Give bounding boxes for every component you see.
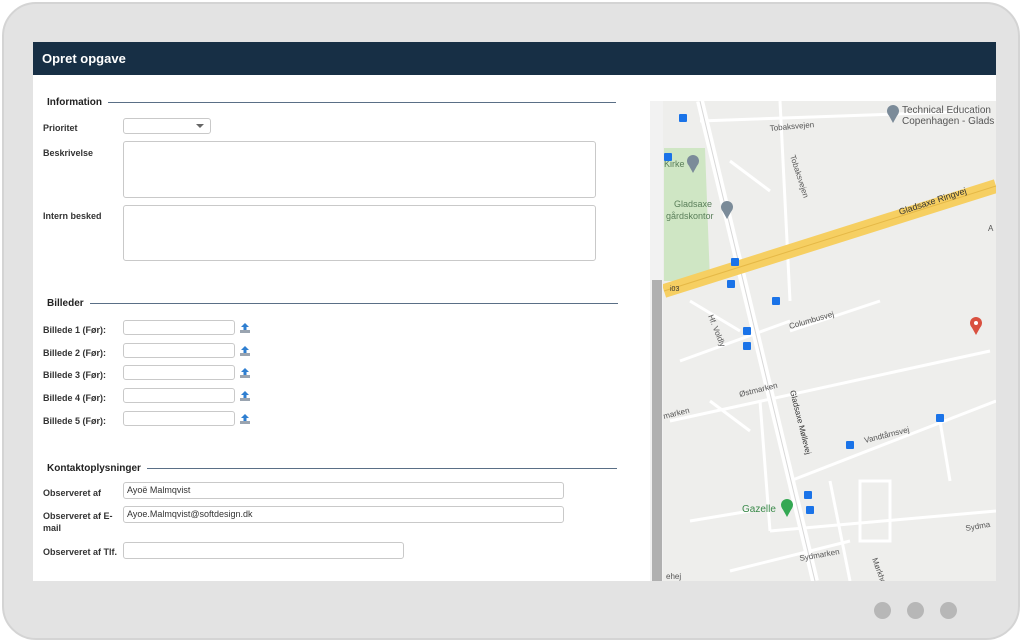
billede-1-label: Billede 1 (Før): <box>43 325 107 335</box>
billede-5-label: Billede 5 (Før): <box>43 416 107 426</box>
map-edge-label: A <box>988 224 994 233</box>
road-number-label: i03 <box>670 286 679 293</box>
intern-besked-textarea[interactable] <box>123 205 596 261</box>
beskrivelse-textarea[interactable] <box>123 141 596 198</box>
dialog-title: Opret opgave <box>33 42 996 75</box>
upload-icon[interactable] <box>239 367 251 379</box>
task-form: Information Prioritet Beskrivelse Intern… <box>33 75 633 581</box>
prioritet-select[interactable] <box>123 118 211 134</box>
beskrivelse-label: Beskrivelse <box>43 148 94 158</box>
tlf-field[interactable] <box>123 542 404 559</box>
email-value: Ayoe.Malmqvist@softdesign.dk <box>127 509 253 519</box>
billede-3-label: Billede 3 (Før): <box>43 370 107 380</box>
email-field[interactable]: Ayoe.Malmqvist@softdesign.dk <box>123 506 564 523</box>
billede-3-field[interactable] <box>123 365 235 380</box>
section-kontakt: Kontaktoplysninger <box>47 463 617 474</box>
upload-icon[interactable] <box>239 413 251 425</box>
observeret-af-value: Ayoë Malmqvist <box>127 485 191 495</box>
task-dialog: Opret opgave Information Prioritet Beskr… <box>33 42 996 581</box>
technical-education-label-2: Copenhagen - Glads <box>902 116 994 127</box>
section-billeder-title: Billeder <box>47 298 84 309</box>
upload-icon[interactable] <box>239 390 251 402</box>
section-divider <box>146 468 617 469</box>
gladsaxe-label: Gladsaxe <box>674 199 712 209</box>
section-kontakt-title: Kontaktoplysninger <box>47 463 141 474</box>
map-view[interactable]: Tobaksvejen Tobaksvejen Technical Educat… <box>650 101 996 581</box>
upload-icon[interactable] <box>239 322 251 334</box>
ehej-label: ehej <box>666 572 681 581</box>
billede-5-field[interactable] <box>123 411 235 426</box>
upload-icon[interactable] <box>239 345 251 357</box>
map-scrollbar-thumb[interactable] <box>652 280 662 581</box>
gazelle-label: Gazelle <box>742 504 776 515</box>
section-divider <box>108 102 616 103</box>
map-canvas[interactable]: Tobaksvejen Tobaksvejen Technical Educat… <box>650 101 996 581</box>
section-billeder: Billeder <box>47 298 618 309</box>
observeret-af-label: Observeret af <box>43 488 102 498</box>
billede-2-label: Billede 2 (Før): <box>43 348 107 358</box>
indicator-dot <box>874 602 891 619</box>
intern-besked-label: Intern besked <box>43 211 102 221</box>
billede-2-field[interactable] <box>123 343 235 358</box>
indicator-dot <box>940 602 957 619</box>
billede-4-label: Billede 4 (Før): <box>43 393 107 403</box>
technical-education-label: Technical Education <box>902 105 991 116</box>
billede-4-field[interactable] <box>123 388 235 403</box>
billede-1-field[interactable] <box>123 320 235 335</box>
section-information-title: Information <box>47 97 102 108</box>
tlf-label: Observeret af Tlf. <box>43 547 118 557</box>
observeret-af-field[interactable]: Ayoë Malmqvist <box>123 482 564 499</box>
section-information: Information <box>47 97 616 108</box>
gardskontor-label: gårdskontor <box>666 211 714 221</box>
section-divider <box>89 303 618 304</box>
email-label: Observeret af E-mail <box>43 511 113 533</box>
indicator-dot <box>907 602 924 619</box>
chevron-down-icon <box>196 124 204 128</box>
prioritet-label: Prioritet <box>43 123 78 133</box>
